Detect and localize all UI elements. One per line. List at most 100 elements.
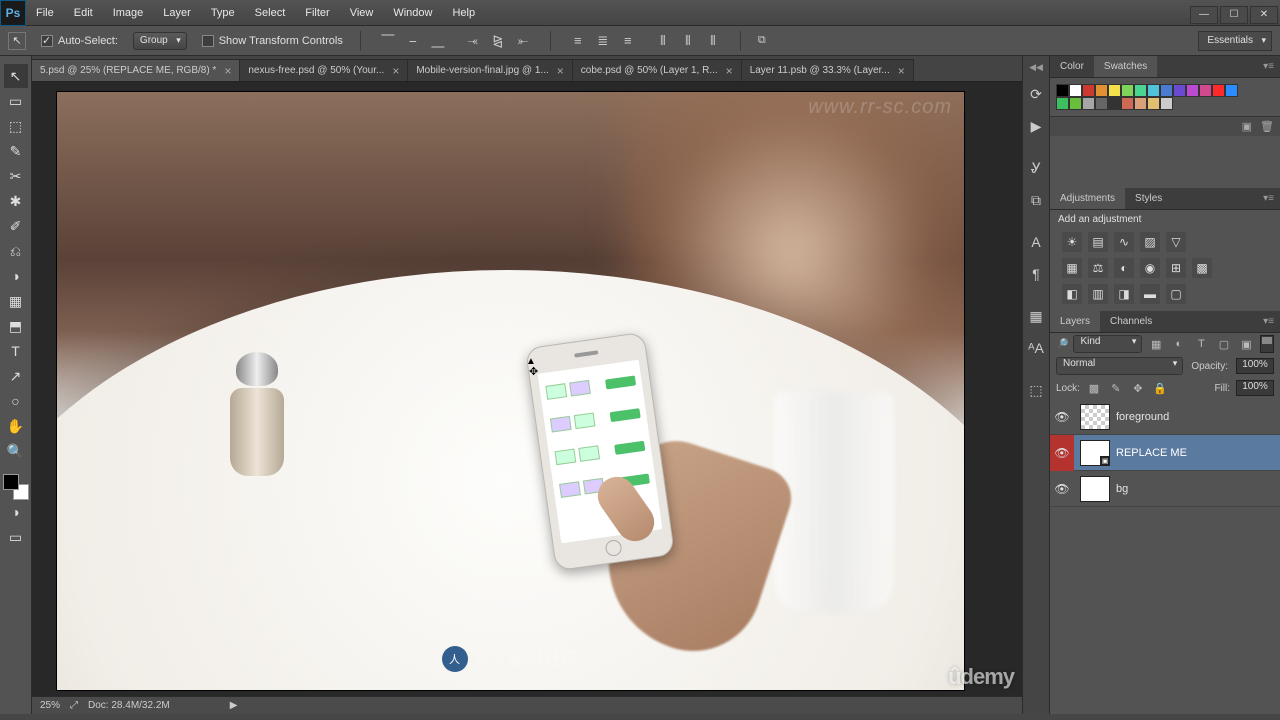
brightness-icon[interactable]: ☀ (1062, 232, 1082, 252)
swatch[interactable] (1147, 97, 1160, 110)
auto-select-mode-select[interactable]: Group (133, 32, 187, 50)
distribute-right-icon[interactable]: ⦀ (703, 31, 723, 51)
filter-adj-icon[interactable]: ◐ (1170, 335, 1188, 353)
move-tool-indicator[interactable]: ↖ (8, 32, 26, 50)
menu-layer[interactable]: Layer (153, 0, 201, 26)
layer-thumbnail[interactable] (1080, 476, 1110, 502)
status-arrow-icon[interactable]: ▶ (230, 700, 238, 711)
swatch[interactable] (1225, 84, 1238, 97)
swatch[interactable] (1173, 84, 1186, 97)
distribute-left-icon[interactable]: ⦀ (653, 31, 673, 51)
canvas-scroll[interactable]: ✥ www.rr-sc.com 人人人素材社区 ûdemy (32, 82, 1022, 696)
eyedropper-tool[interactable]: ✱ (4, 189, 28, 213)
expand-arrow-icon[interactable]: ◀◀ (1023, 62, 1049, 78)
curves-icon[interactable]: ∿ (1114, 232, 1134, 252)
distribute-vcenter-icon[interactable]: ≣ (593, 31, 613, 51)
filter-shape-icon[interactable]: ▢ (1215, 335, 1233, 353)
visibility-icon[interactable]: 👁 (1050, 435, 1074, 471)
filter-smart-icon[interactable]: ▣ (1238, 335, 1256, 353)
menu-select[interactable]: Select (245, 0, 296, 26)
tab-color[interactable]: Color (1050, 56, 1094, 77)
filter-kind-select[interactable]: Kind (1073, 335, 1142, 353)
character-icon[interactable]: A (1024, 230, 1048, 254)
layer-row[interactable]: 👁▣REPLACE ME (1050, 435, 1280, 471)
filter-toggle[interactable] (1260, 335, 1274, 353)
tab-layers[interactable]: Layers (1050, 311, 1100, 332)
menu-image[interactable]: Image (103, 0, 154, 26)
auto-align-icon[interactable]: ⧉ (758, 34, 766, 47)
trash-icon[interactable]: 🗑 (1260, 120, 1274, 133)
path-tool[interactable]: ↗ (4, 364, 28, 388)
zoom-level[interactable]: 25% (40, 700, 60, 711)
document-tab[interactable]: 5.psd @ 25% (REPLACE ME, RGB/8) *× (32, 59, 240, 81)
swatch[interactable] (1069, 97, 1082, 110)
lookup-icon[interactable]: ▩ (1192, 258, 1212, 278)
vibrance-icon[interactable]: ▽ (1166, 232, 1186, 252)
layer-thumbnail[interactable]: ▣ (1080, 440, 1110, 466)
invert-icon[interactable]: ◧ (1062, 284, 1082, 304)
close-icon[interactable]: × (726, 64, 733, 78)
close-icon[interactable]: × (557, 64, 564, 78)
hue-icon[interactable]: ▦ (1062, 258, 1082, 278)
auto-select-checkbox[interactable]: Auto-Select: (41, 35, 118, 47)
swatch[interactable] (1121, 97, 1134, 110)
gradient-map-icon[interactable]: ▬ (1140, 284, 1160, 304)
tab-adjustments[interactable]: Adjustments (1050, 188, 1125, 209)
move-tool[interactable]: ↖ (4, 64, 28, 88)
brush-tool[interactable]: ⎌ (4, 239, 28, 263)
zoom-tool[interactable]: 🔍 (4, 439, 28, 463)
gradient-tool[interactable]: ▦ (4, 289, 28, 313)
opacity-input[interactable]: 100% (1236, 358, 1274, 374)
document-tab[interactable]: cobe.psd @ 50% (Layer 1, R...× (573, 59, 742, 81)
swatch[interactable] (1134, 97, 1147, 110)
document-tab[interactable]: Layer 11.psb @ 33.3% (Layer...× (742, 59, 914, 81)
filter-image-icon[interactable]: ▦ (1147, 335, 1165, 353)
lock-pixels-icon[interactable]: ✎ (1108, 380, 1124, 396)
new-swatch-icon[interactable]: ▣ (1242, 120, 1252, 133)
swatch[interactable] (1069, 84, 1082, 97)
maximize-button[interactable]: ☐ (1220, 6, 1248, 24)
menu-file[interactable]: File (26, 0, 64, 26)
align-vcenter-icon[interactable]: ⎯ (403, 31, 423, 51)
layer-row[interactable]: 👁foreground (1050, 399, 1280, 435)
swatch[interactable] (1134, 84, 1147, 97)
menu-window[interactable]: Window (383, 0, 442, 26)
close-button[interactable]: ✕ (1250, 6, 1278, 24)
expand-icon[interactable]: ⤢ (70, 700, 78, 711)
menu-edit[interactable]: Edit (64, 0, 103, 26)
crop-tool[interactable]: ✂ (4, 164, 28, 188)
quick-mask-tool[interactable]: ◑ (4, 500, 28, 524)
align-left-icon[interactable]: ⤛ (463, 31, 483, 51)
threshold-icon[interactable]: ◨ (1114, 284, 1134, 304)
swatch[interactable] (1160, 84, 1173, 97)
visibility-icon[interactable]: 👁 (1050, 410, 1074, 424)
swatch[interactable] (1082, 84, 1095, 97)
swatch[interactable] (1056, 84, 1069, 97)
heal-tool[interactable]: ✐ (4, 214, 28, 238)
menu-help[interactable]: Help (442, 0, 485, 26)
tab-swatches[interactable]: Swatches (1094, 56, 1157, 77)
exposure-icon[interactable]: ▨ (1140, 232, 1160, 252)
stamp-tool[interactable]: ◑ (4, 264, 28, 288)
hand-tool[interactable]: ✋ (4, 414, 28, 438)
close-icon[interactable]: × (392, 64, 399, 78)
workspace-select[interactable]: Essentials (1198, 31, 1272, 51)
actions-icon[interactable]: ▶ (1024, 114, 1048, 138)
close-icon[interactable]: × (224, 64, 231, 78)
properties-icon[interactable]: ⬚ (1024, 378, 1048, 402)
close-icon[interactable]: × (898, 64, 905, 78)
align-bottom-icon[interactable]: ⎽ (428, 31, 448, 51)
menu-type[interactable]: Type (201, 0, 245, 26)
swatch[interactable] (1199, 84, 1212, 97)
distribute-hcenter-icon[interactable]: ⦀ (678, 31, 698, 51)
lock-position-icon[interactable]: ✥ (1130, 380, 1146, 396)
filter-type-icon[interactable]: T (1193, 335, 1211, 353)
menu-filter[interactable]: Filter (295, 0, 339, 26)
bw-icon[interactable]: ◐ (1114, 258, 1134, 278)
lock-transparency-icon[interactable]: ▩ (1086, 380, 1102, 396)
swatch[interactable] (1095, 97, 1108, 110)
swatch[interactable] (1160, 97, 1173, 110)
document-tab[interactable]: Mobile-version-final.jpg @ 1...× (408, 59, 572, 81)
show-transform-checkbox[interactable]: Show Transform Controls (202, 35, 343, 47)
visibility-icon[interactable]: 👁 (1050, 482, 1074, 496)
